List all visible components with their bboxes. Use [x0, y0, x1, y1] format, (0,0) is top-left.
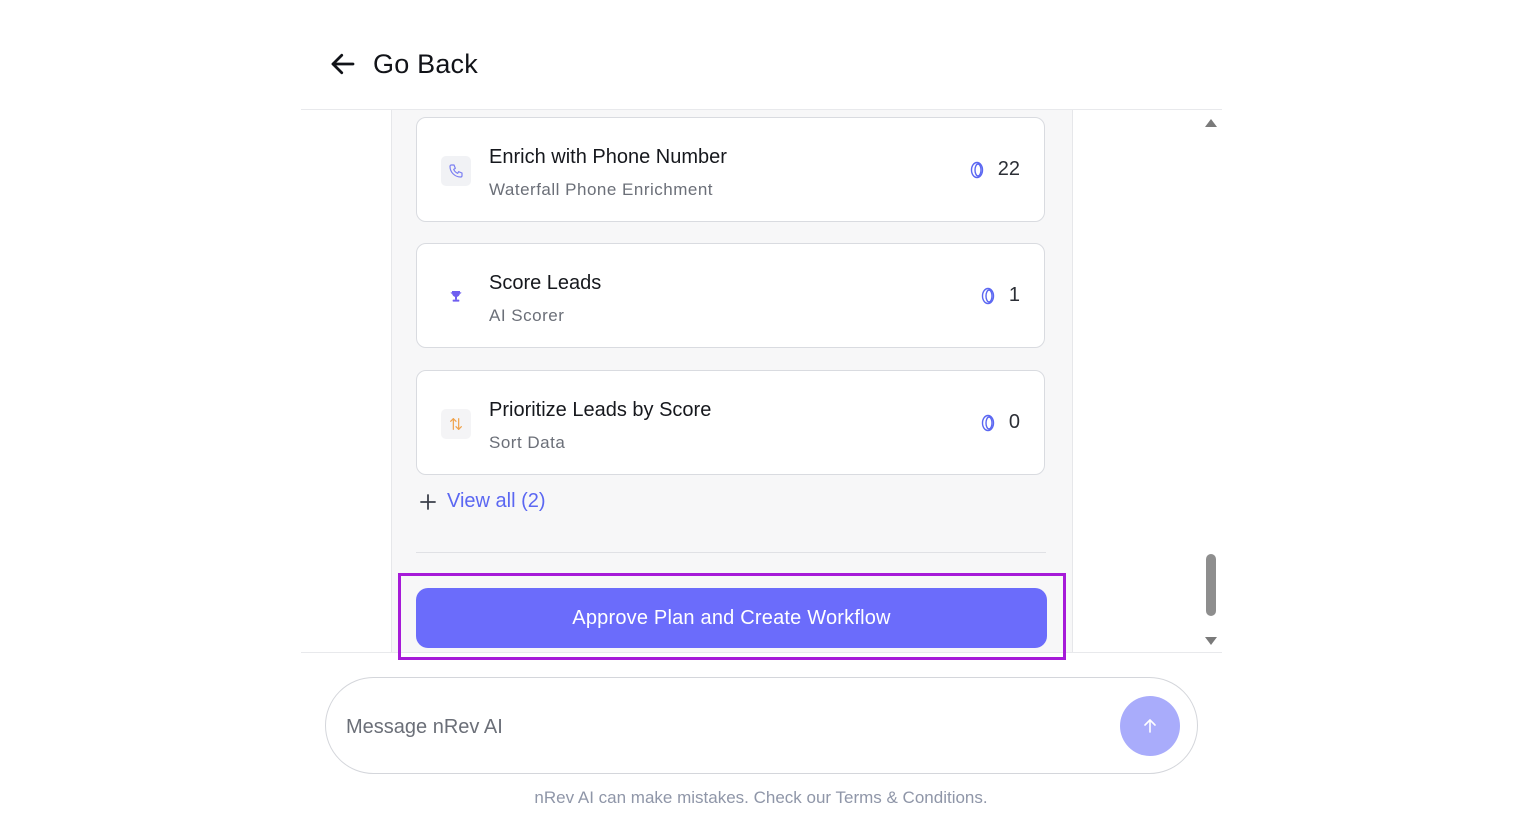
arrow-left-icon: [331, 53, 355, 75]
approve-plan-button[interactable]: Approve Plan and Create Workflow: [416, 588, 1047, 648]
step-credits: 22: [970, 158, 1020, 181]
disclaimer-text: nRev AI can make mistakes. Check our Ter…: [534, 788, 988, 807]
step-credits-value: 22: [997, 158, 1020, 180]
step-subtitle: AI Scorer: [489, 306, 565, 325]
message-input[interactable]: [344, 706, 1108, 748]
view-all-button[interactable]: View all (2): [418, 490, 546, 513]
step-subtitle: Waterfall Phone Enrichment: [489, 180, 714, 199]
view-all-label: View all (2): [447, 490, 546, 512]
step-title: Enrich with Phone Number: [489, 146, 727, 168]
step-subtitle: Sort Data: [489, 433, 566, 452]
go-back-button[interactable]: Go Back: [328, 44, 478, 84]
credit-coin-icon: [981, 414, 995, 431]
plan-step-card: Enrich with Phone Number Waterfall Phone…: [416, 117, 1045, 222]
arrow-up-icon: [1144, 719, 1156, 733]
scroll-down-arrow-icon[interactable]: [1204, 636, 1218, 646]
step-credits-value: 1: [1008, 284, 1020, 306]
workflow-plan-panel: Enrich with Phone Number Waterfall Phone…: [391, 110, 1073, 652]
go-back-label: Go Back: [373, 48, 478, 79]
step-title: Score Leads: [489, 272, 602, 294]
credit-coin-icon: [970, 161, 983, 178]
plan-step-card: Score Leads AI Scorer 1: [416, 243, 1045, 348]
step-credits: 1: [981, 284, 1020, 307]
phone-icon: [441, 156, 471, 186]
credit-coin-icon: [981, 287, 995, 304]
plan-step-card: Prioritize Leads by Score Sort Data 0: [416, 370, 1045, 475]
chat-scroll-area: Enrich with Phone Number Waterfall Phone…: [301, 110, 1222, 653]
trophy-icon: [441, 282, 471, 312]
scroll-up-arrow-icon[interactable]: [1204, 118, 1218, 128]
scrollbar[interactable]: [1200, 112, 1222, 652]
step-credits-value: 0: [1008, 411, 1020, 433]
step-title: Prioritize Leads by Score: [489, 399, 712, 421]
message-composer: [325, 677, 1198, 774]
divider: [416, 552, 1046, 553]
top-bar: Go Back: [301, 0, 1222, 110]
step-credits: 0: [981, 411, 1020, 434]
plus-icon: [420, 493, 436, 510]
send-button[interactable]: [1120, 696, 1180, 756]
sort-arrows-icon: [441, 409, 471, 439]
scrollbar-thumb[interactable]: [1206, 554, 1216, 616]
